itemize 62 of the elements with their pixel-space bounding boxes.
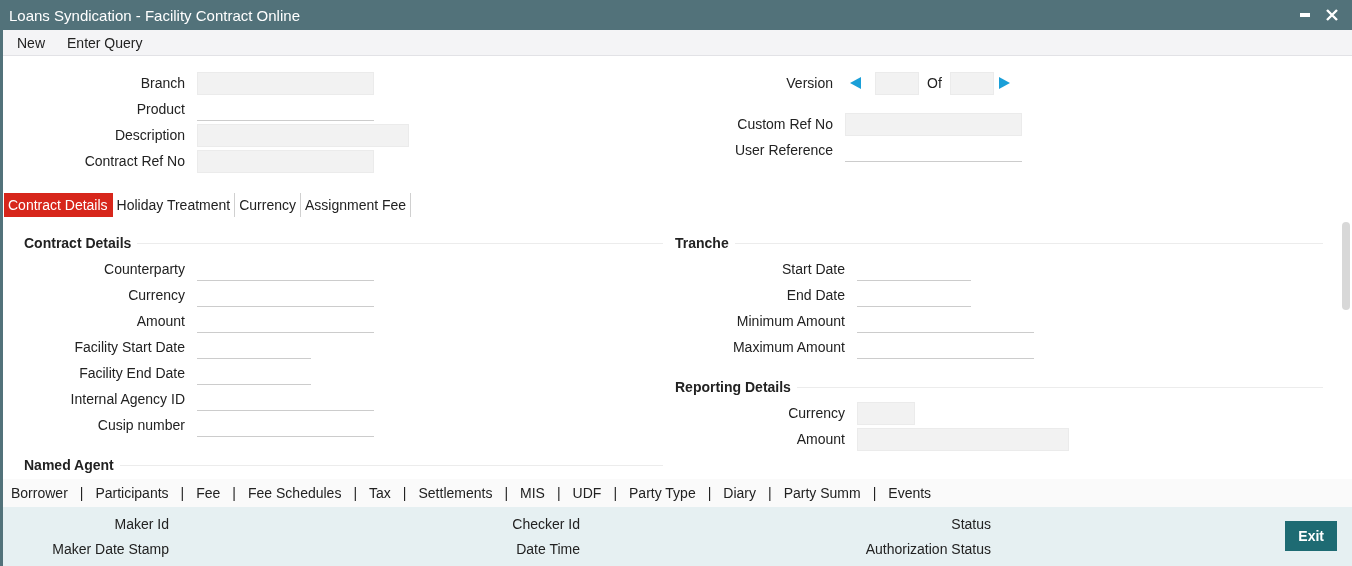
audit-label: Authorization Status	[865, 540, 991, 558]
separator: |	[180, 485, 185, 501]
audit-label: Status	[951, 515, 991, 533]
field-label: Facility End Date	[78, 365, 186, 381]
subsystem-link[interactable]: Party Summ	[783, 485, 861, 501]
field-label: Counterparty	[103, 261, 186, 277]
tab[interactable]: Holiday Treatment	[112, 193, 236, 217]
subsystem-link[interactable]: Party Type	[629, 485, 696, 501]
field-label: Version	[785, 75, 834, 91]
tab[interactable]: Assignment Fee	[301, 193, 412, 217]
field-label: Product	[135, 101, 186, 117]
subsystem-link[interactable]: Fee	[196, 485, 221, 501]
field-label: Start Date	[780, 261, 846, 277]
field-label: End Date	[785, 287, 846, 303]
separator: |	[556, 485, 561, 501]
field-label: Facility Start Date	[73, 339, 186, 355]
subsystem-link[interactable]: MIS	[520, 485, 545, 501]
separator: |	[504, 485, 509, 501]
menu-item[interactable]: Enter Query	[67, 34, 143, 51]
separator: |	[768, 485, 772, 501]
window-title: Loans Syndication - Facility Contract Online	[9, 6, 300, 24]
section-title: Reporting Details	[675, 379, 791, 395]
field-label: Description	[113, 127, 186, 143]
menu-item[interactable]: New	[17, 34, 45, 51]
field-label: Maximum Amount	[731, 339, 846, 355]
separator: |	[707, 485, 712, 501]
field-label: Minimum Amount	[735, 313, 846, 329]
subsystem-link[interactable]: UDF	[572, 485, 602, 501]
section-title: Named Agent	[24, 457, 114, 473]
field-label: Custom Ref No	[736, 116, 834, 132]
exit-button[interactable]: Exit	[1285, 521, 1337, 551]
audit-label: Maker Date Stamp	[52, 540, 169, 558]
audit-label: Checker Id	[512, 515, 580, 533]
field-label: Internal Agency ID	[69, 391, 186, 407]
section-title: Contract Details	[24, 235, 132, 251]
section-title: Tranche	[675, 235, 729, 251]
separator: |	[402, 485, 407, 501]
subsystem-link[interactable]: Fee Schedules	[248, 485, 342, 501]
field-label: Contract Ref No	[83, 153, 186, 169]
tab[interactable]: Currency	[235, 193, 301, 217]
audit-label: Maker Id	[114, 515, 169, 533]
field-label: User Reference	[733, 142, 834, 158]
tab[interactable]: Contract Details	[4, 193, 113, 217]
separator: |	[79, 485, 84, 501]
separator: |	[872, 485, 877, 501]
subsystem-link[interactable]: Participants	[95, 485, 169, 501]
separator: |	[232, 485, 236, 501]
field-label: Amount	[135, 313, 186, 329]
subsystem-link[interactable]: Events	[888, 485, 932, 501]
subsystem-link[interactable]: Diary	[723, 485, 756, 501]
field-label: Branch	[139, 75, 186, 91]
of-label: Of	[927, 75, 942, 91]
field-label: Cusip number	[96, 417, 186, 433]
separator: |	[613, 485, 617, 501]
subsystem-link[interactable]: Borrower	[11, 485, 68, 501]
field-label: Currency	[787, 405, 846, 421]
separator: |	[353, 485, 358, 501]
field-label: Amount	[795, 431, 846, 447]
subsystem-link[interactable]: Settlements	[418, 485, 493, 501]
field-label: Currency	[127, 287, 186, 303]
subsystem-link[interactable]: Tax	[369, 485, 391, 501]
audit-label: Date Time	[516, 540, 580, 558]
